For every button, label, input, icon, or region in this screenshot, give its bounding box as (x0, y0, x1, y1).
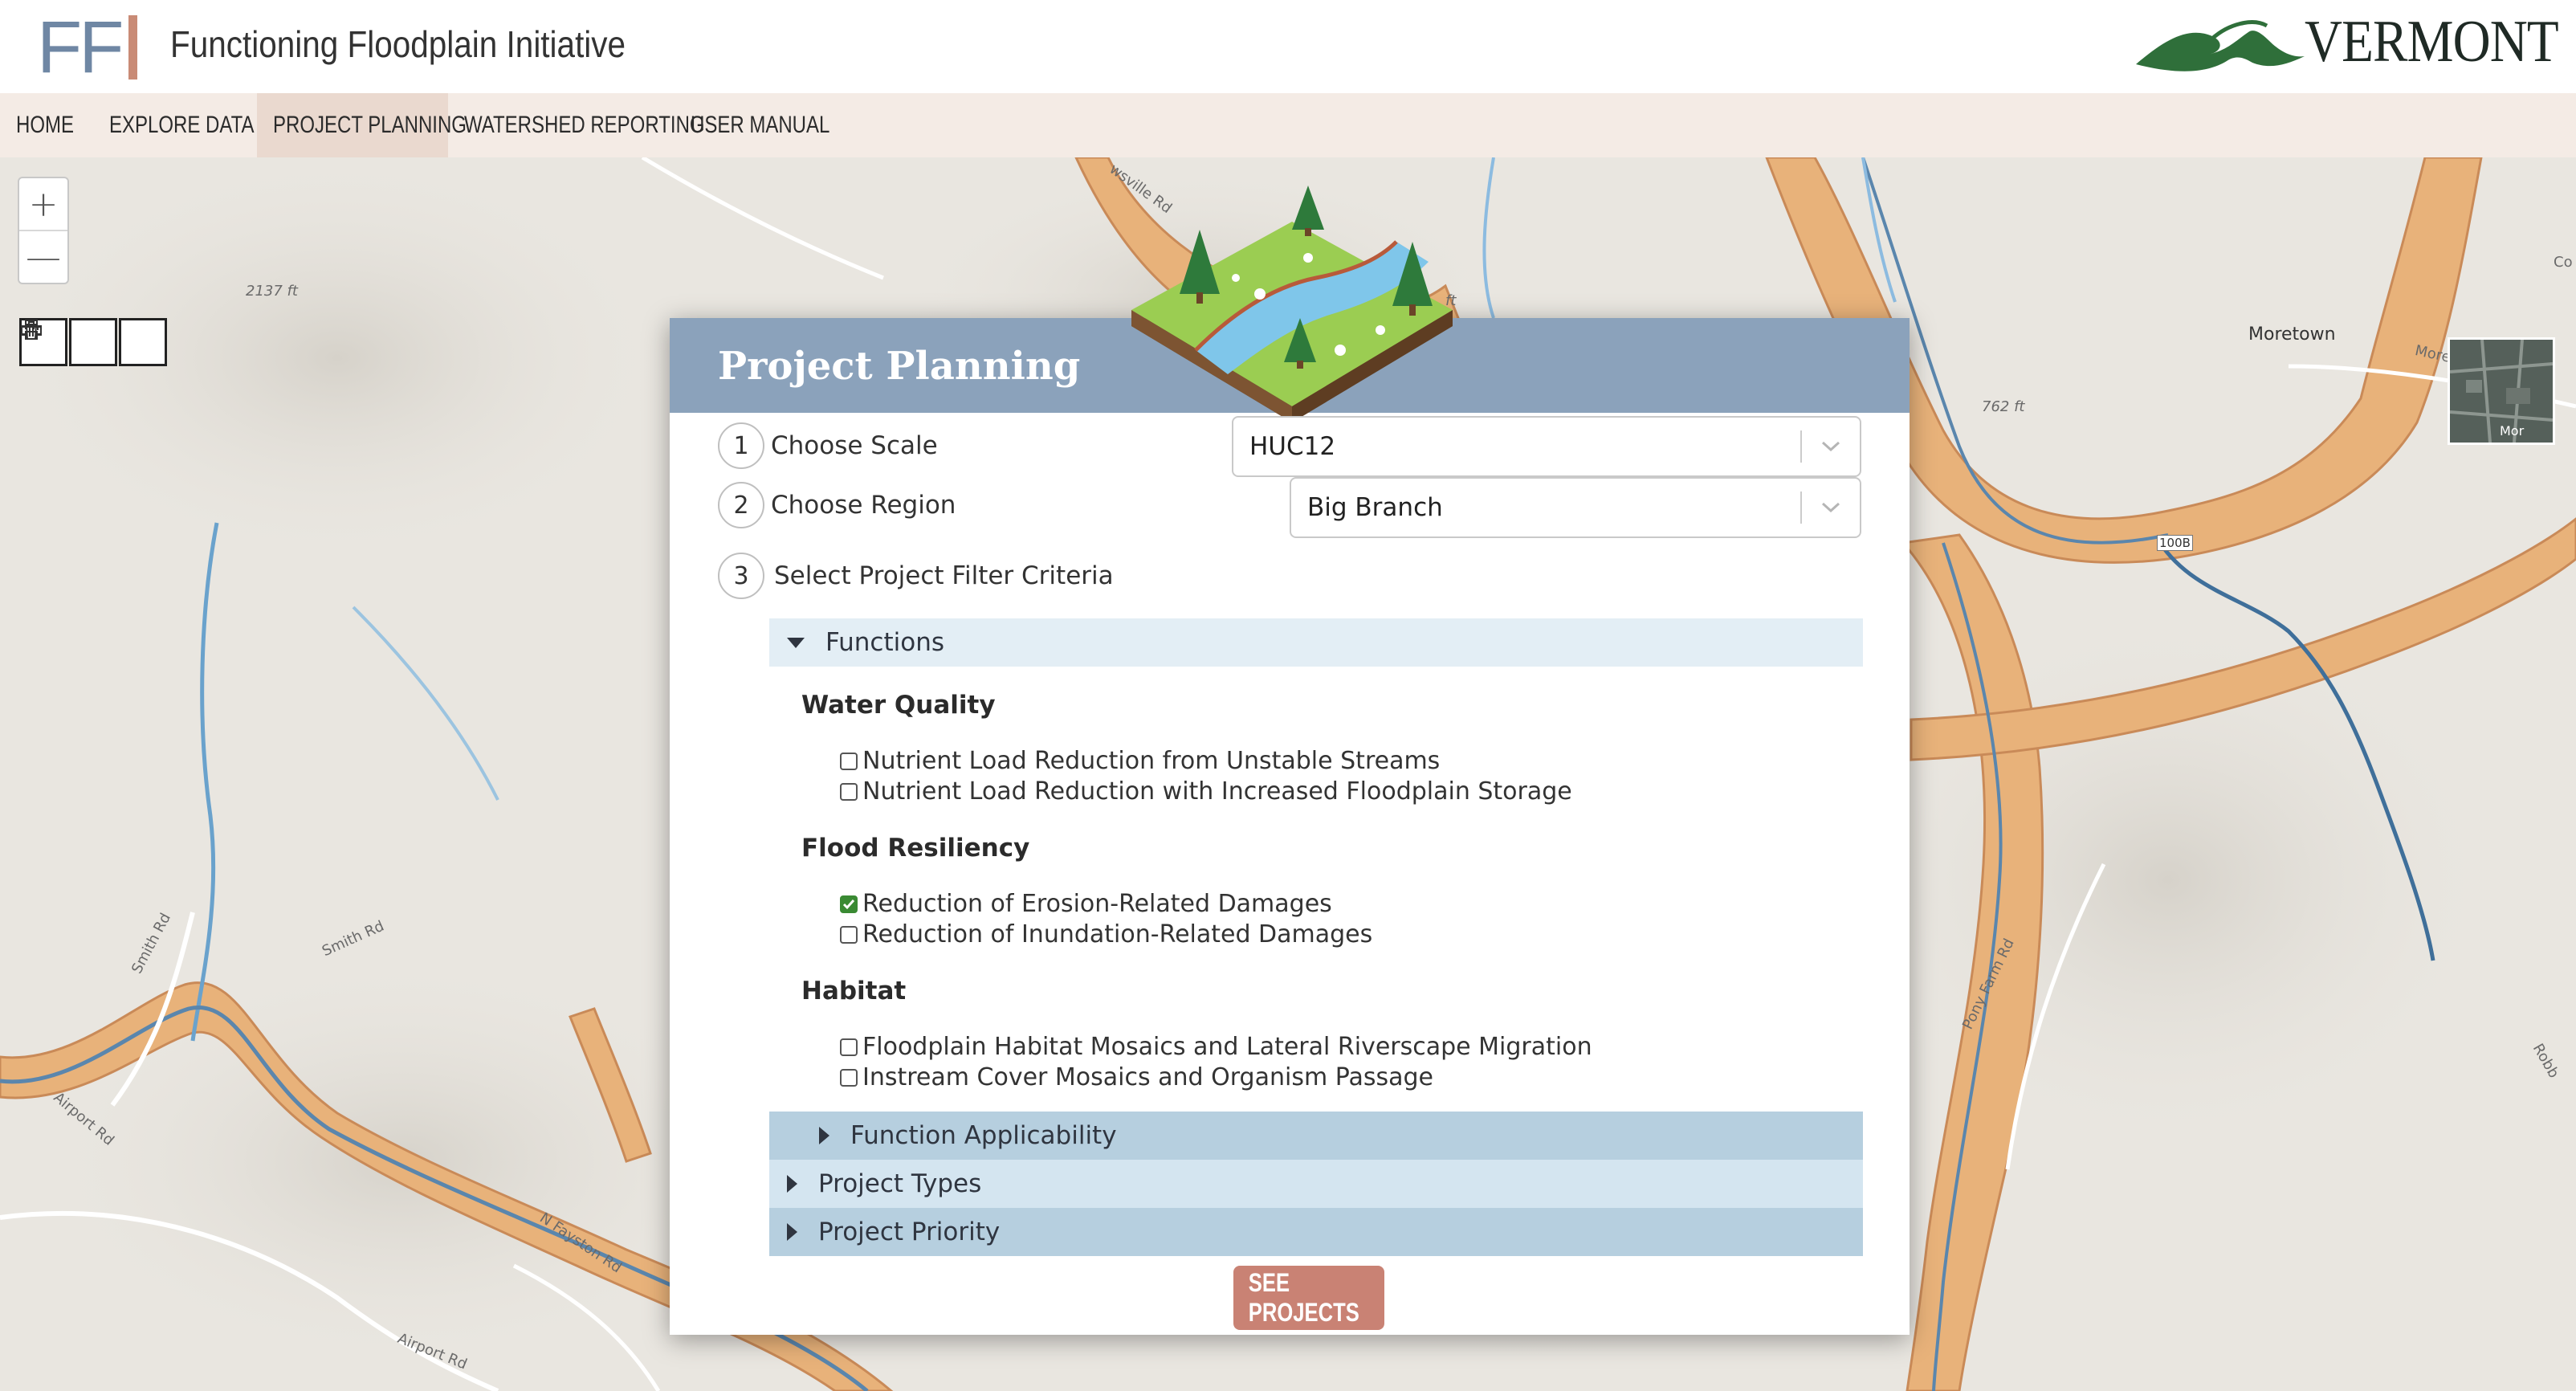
step-label: Choose Region (771, 491, 956, 520)
region-select[interactable]: Big Branch (1290, 477, 1861, 538)
function-applicability-accordion[interactable]: Function Applicability (769, 1112, 1863, 1160)
logo-bar (128, 15, 138, 80)
checkbox[interactable] (840, 782, 858, 801)
caret-right-icon (819, 1127, 829, 1144)
checkbox-label: Reduction of Inundation-Related Damages (862, 920, 1373, 948)
zoom-control: + — (18, 177, 69, 284)
nav-explore-data[interactable]: EXPLORE DATA (93, 93, 257, 157)
app-title: Functioning Floodplain Initiative (170, 23, 626, 65)
see-projects-button[interactable]: SEE PROJECTS (1233, 1266, 1384, 1330)
checkbox-option[interactable]: Floodplain Habitat Mosaics and Lateral R… (840, 1033, 1592, 1061)
vermont-wordmark: VERMONT (2305, 9, 2559, 75)
ffi-logo[interactable]: FF (37, 6, 138, 88)
step-filter-criteria: 3 Select Project Filter Criteria (718, 553, 1114, 599)
panel-title: Project Planning (718, 344, 1081, 389)
accordion-label: Functions (825, 628, 945, 657)
checkbox[interactable] (840, 1068, 858, 1087)
group-title-flood-resiliency: Flood Resiliency (801, 834, 1030, 863)
thumb-label: Mor (2500, 423, 2525, 439)
zoom-in-button[interactable]: + (19, 178, 67, 230)
step-number: 2 (718, 482, 764, 528)
route-shield: 100B (2157, 535, 2193, 551)
chevron-down-icon[interactable] (1802, 479, 1860, 536)
functions-accordion-header[interactable]: Functions (769, 618, 1863, 667)
checkbox-option[interactable]: Nutrient Load Reduction with Increased F… (840, 777, 1572, 806)
caret-down-icon (787, 637, 805, 648)
nav-home[interactable]: HOME (0, 93, 93, 157)
basemap-toggle[interactable]: Mor (2448, 337, 2555, 445)
project-planning-panel: Project Planning 1 Choose Scale HUC12 2 … (670, 186, 1910, 1335)
group-title-habitat: Habitat (801, 977, 907, 1006)
checkbox-label: Instream Cover Mosaics and Organism Pass… (862, 1063, 1433, 1091)
checkmark-icon (842, 899, 855, 909)
caret-right-icon (787, 1223, 797, 1241)
accordion-label: Project Priority (818, 1218, 1001, 1246)
checkbox-checked[interactable] (840, 895, 858, 913)
nav-project-planning[interactable]: PROJECT PLANNING (257, 93, 467, 157)
checkbox[interactable] (840, 1038, 858, 1056)
checkbox-label: Reduction of Erosion-Related Damages (862, 890, 1332, 918)
nav-user-manual[interactable]: USER MANUAL (675, 93, 829, 157)
scale-select-value: HUC12 (1249, 432, 1336, 461)
clear-button[interactable] (25, 318, 167, 366)
accordion-label: Function Applicability (850, 1121, 1117, 1150)
draw-toolbar (19, 318, 167, 366)
checkbox-label: Nutrient Load Reduction with Increased F… (862, 777, 1572, 806)
step-choose-region: 2 Choose Region (718, 482, 956, 528)
trash-icon (25, 321, 38, 340)
logo-text: FF (37, 6, 124, 88)
app-header: FF Functioning Floodplain Initiative VER… (0, 0, 2576, 93)
main-nav: HOME EXPLORE DATA PROJECT PLANNING WATER… (0, 93, 2576, 157)
region-select-value: Big Branch (1307, 493, 1443, 522)
scale-select[interactable]: HUC12 (1232, 416, 1861, 477)
chevron-down-icon[interactable] (1802, 418, 1860, 475)
caret-right-icon (787, 1175, 797, 1193)
zoom-out-button[interactable]: — (19, 230, 67, 283)
checkbox-option[interactable]: Instream Cover Mosaics and Organism Pass… (840, 1063, 1433, 1091)
print-button[interactable] (21, 318, 117, 366)
edge-label: Co (2554, 254, 2573, 271)
checkbox-label: Nutrient Load Reduction from Unstable St… (862, 747, 1441, 775)
floodplain-illustration-icon (1131, 186, 1453, 422)
step-label: Choose Scale (771, 431, 938, 460)
checkbox-option[interactable]: Reduction of Inundation-Related Damages (840, 920, 1372, 948)
step-number: 3 (718, 553, 764, 599)
town-label: Moretown (2248, 324, 2336, 345)
project-types-accordion[interactable]: Project Types (769, 1160, 1863, 1208)
checkbox[interactable] (840, 925, 858, 944)
checkbox-option[interactable]: Nutrient Load Reduction from Unstable St… (840, 747, 1440, 775)
checkbox-label: Floodplain Habitat Mosaics and Lateral R… (862, 1033, 1592, 1061)
step-choose-scale: 1 Choose Scale (718, 422, 938, 469)
step-label: Select Project Filter Criteria (774, 561, 1114, 590)
project-priority-accordion[interactable]: Project Priority (769, 1208, 1863, 1256)
checkbox-option[interactable]: Reduction of Erosion-Related Damages (840, 890, 1332, 918)
group-title-water-quality: Water Quality (801, 691, 996, 720)
checkbox[interactable] (840, 752, 858, 770)
accordion-label: Project Types (818, 1169, 982, 1198)
elevation-label: 2137 ft (246, 283, 298, 300)
step-number: 1 (718, 422, 764, 469)
nav-watershed-reporting[interactable]: WATERSHED REPORTING (448, 93, 705, 157)
elevation-label: 762 ft (1982, 398, 2025, 415)
